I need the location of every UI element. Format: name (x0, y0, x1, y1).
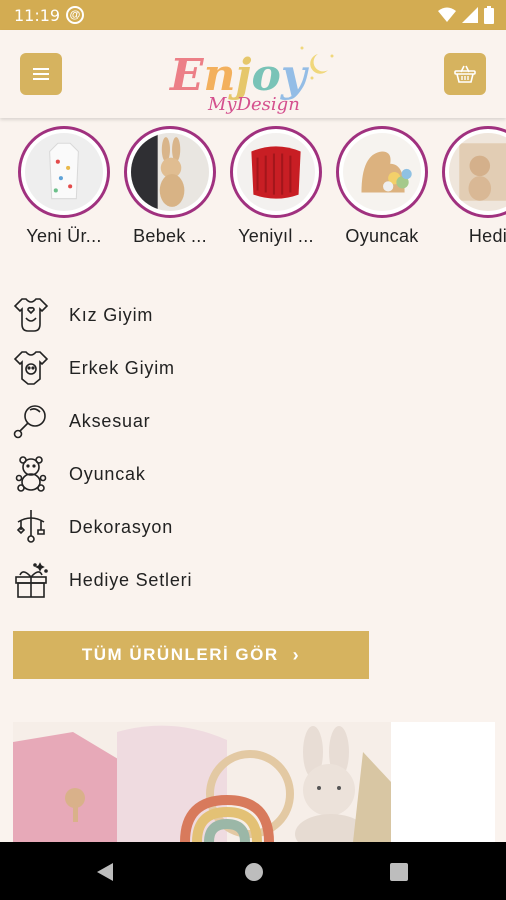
story-item[interactable]: Yeni Ür... (16, 126, 112, 247)
bunny-toy-image (131, 133, 209, 211)
signal-icon (462, 7, 478, 23)
story-label: Yeniyıl ... (238, 226, 314, 246)
recents-icon[interactable] (390, 863, 408, 881)
status-time: 11:19 (14, 6, 61, 25)
story-item[interactable]: Bebek ... (122, 126, 218, 247)
hamburger-icon (33, 68, 49, 80)
notification-icon: @ (66, 6, 84, 24)
promo-banner[interactable] (13, 722, 495, 842)
menu-button[interactable] (20, 53, 62, 95)
wifi-icon (438, 7, 456, 22)
story-label: Oyuncak (345, 226, 419, 246)
red-knit-image (237, 133, 315, 211)
category-stories: Yeni Ür... Bebek ... Yeniyıl ... Oyuncak… (0, 124, 506, 264)
category-label: Erkek Giyim (69, 357, 175, 378)
category-aksesuar[interactable]: Aksesuar (12, 399, 412, 443)
onesie-boy-icon (12, 348, 50, 388)
pacifier-icon (12, 401, 50, 441)
story-ring (442, 126, 506, 218)
back-icon[interactable] (96, 862, 114, 882)
crib-mobile-icon (12, 507, 50, 547)
category-dekorasyon[interactable]: Dekorasyon (12, 505, 412, 549)
story-label: Bebek ... (133, 226, 207, 246)
story-item[interactable]: Hedi (440, 126, 506, 247)
category-label: Dekorasyon (69, 516, 174, 537)
gift-icon (12, 560, 50, 600)
basket-icon (454, 65, 476, 83)
story-ring (230, 126, 322, 218)
gift-box-image (449, 133, 506, 211)
onesie-girl-icon (12, 295, 50, 335)
category-erkek-giyim[interactable]: Erkek Giyim (12, 346, 412, 390)
category-oyuncak[interactable]: Oyuncak (12, 452, 412, 496)
category-label: Oyuncak (69, 463, 146, 484)
status-bar: 11:19 @ (0, 0, 506, 30)
category-label: Aksesuar (69, 410, 151, 431)
baby-outfit-image (25, 133, 103, 211)
status-icons (438, 6, 494, 24)
story-ring (336, 126, 428, 218)
story-item[interactable]: Oyuncak (334, 126, 430, 247)
category-kiz-giyim[interactable]: Kız Giyim (12, 293, 412, 337)
basket-button[interactable] (444, 53, 486, 95)
story-label: Yeni Ür... (26, 226, 102, 246)
story-ring (124, 126, 216, 218)
home-icon[interactable] (244, 862, 264, 882)
baby-products-banner-image (13, 722, 495, 842)
story-label: Hedi (468, 226, 506, 246)
brand-logo[interactable]: Enjoy MyDesign (168, 34, 344, 118)
app-header: Enjoy MyDesign (0, 30, 506, 118)
all-products-label: TÜM ÜRÜNLERİ GÖR (81, 645, 279, 664)
category-label: Kız Giyim (69, 304, 154, 325)
story-ring (18, 126, 110, 218)
system-navigation-bar (0, 842, 506, 900)
battery-icon (484, 6, 494, 24)
story-item[interactable]: Yeniyıl ... (228, 126, 324, 247)
teddy-bear-icon (12, 454, 50, 494)
chevron-right-icon: › (292, 644, 301, 665)
wooden-toy-image (343, 133, 421, 211)
all-products-button[interactable]: TÜM ÜRÜNLERİ GÖR › (13, 631, 369, 679)
category-label: Hediye Setleri (69, 569, 193, 590)
svg-text:MyDesign: MyDesign (207, 94, 300, 115)
category-hediye-setleri[interactable]: Hediye Setleri (12, 558, 412, 602)
